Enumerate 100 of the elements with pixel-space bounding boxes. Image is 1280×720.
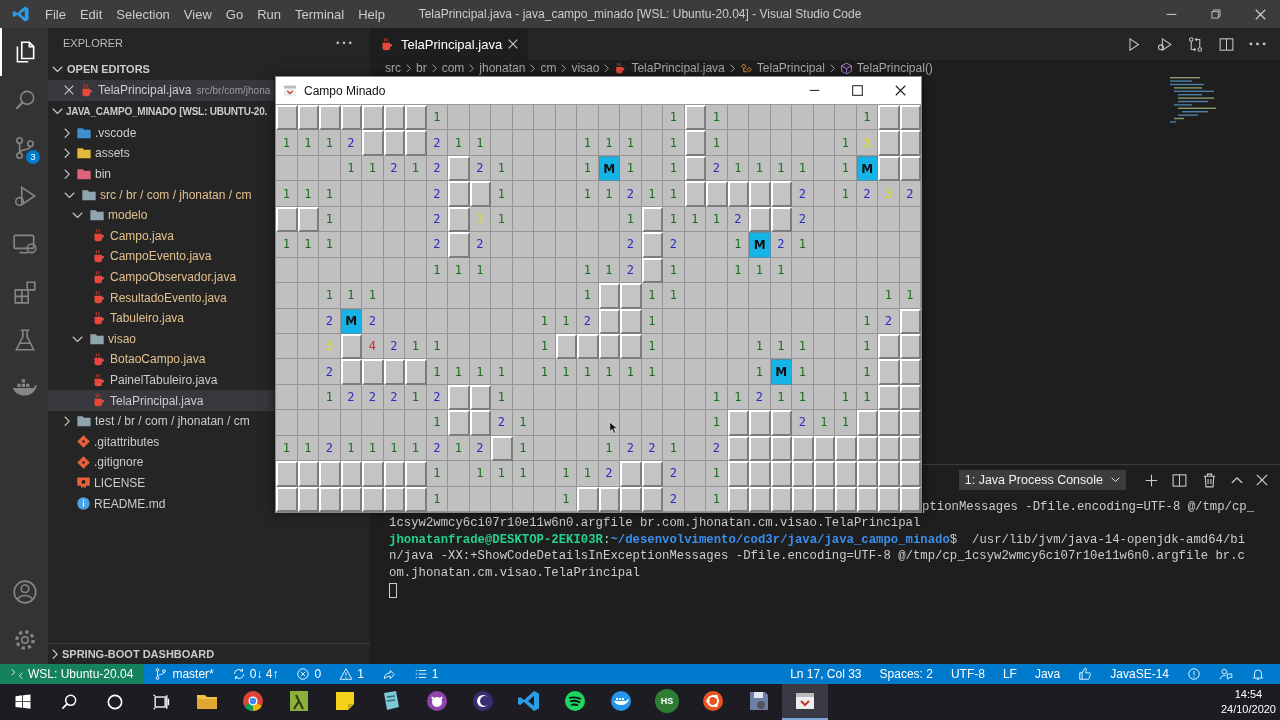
number-field: 1 [555,359,577,385]
number-field: 1 [405,384,427,411]
number-field: 1 [749,359,771,385]
folder-item[interactable]: bin [48,163,275,185]
number-field: 2 [706,435,728,462]
number-field: 1 [276,130,298,156]
status-item[interactable]: WSL: Ubuntu-20.04 [0,664,144,684]
explorer-entry[interactable]: .gitattributes [48,431,275,453]
status-item[interactable]: UTF-8 [943,664,992,684]
menu-item[interactable]: Go [218,6,251,22]
breadcrumb-item[interactable]: TelaPrincipal [739,61,825,75]
breadcrumb-item[interactable]: src [385,61,401,75]
number-field: 2 [770,232,792,258]
explorer-entry[interactable]: Tabuleiro.java [48,307,275,329]
number-field: 1 [835,181,857,207]
number-field: 1 [512,461,534,487]
number-field: 1 [555,461,577,487]
number-field: 1 [598,359,620,385]
status-item[interactable]: 0↓ 4↑ [224,664,286,684]
status-item[interactable]: Java [1027,664,1068,684]
menu-item[interactable]: File [38,6,73,22]
number-field: 2 [426,130,448,156]
number-field: 1 [534,333,556,360]
number-field: 1 [534,308,556,334]
number-field: 1 [362,435,384,462]
number-field: 2 [663,461,685,487]
menu-item[interactable]: Edit [72,6,110,22]
panel-title: EXPLORER [63,37,123,49]
number-field: 1 [448,130,470,156]
number-field: 1 [297,232,319,258]
number-field: 3 [856,130,878,156]
status-item[interactable]: LF [995,664,1024,684]
number-field: 1 [620,130,642,156]
number-field: 1 [641,359,663,385]
menu-item[interactable]: View [176,6,219,22]
number-field: 1 [405,435,427,462]
number-field: 1 [598,181,620,207]
status-item[interactable]: 1 [406,664,446,684]
breadcrumb-item[interactable]: com [441,61,465,75]
folder-item[interactable]: assets [48,143,275,164]
status-item[interactable]: Ln 17, Col 33 [783,664,869,684]
breadcrumb-item[interactable]: visao [571,61,600,75]
number-field: 2 [620,257,642,284]
breadcrumb-item[interactable]: cm [540,61,557,75]
folder-item[interactable]: .vscode [48,122,275,144]
explorer-entry[interactable]: .gitignore [48,452,275,473]
explorer-entry[interactable]: CampoEvento.java [48,246,275,267]
taskbar-button[interactable]: HS [644,684,690,720]
folder-item[interactable]: test / br / com / jhonatan / cm [48,410,275,432]
marked-field[interactable]: M [770,359,792,385]
number-field: 1 [577,461,599,487]
folder-item[interactable]: src / br / com / jhonatan / cm [48,184,275,205]
number-field: 1 [706,206,728,233]
number-field: 2 [362,384,384,411]
number-field: 1 [405,155,427,182]
number-field: 1 [491,181,513,207]
number-field: 1 [297,130,319,156]
explorer-entry[interactable]: LICENSE [48,472,275,494]
explorer-entry[interactable]: BotaoCampo.java [48,349,275,370]
count-badge: 3 [26,150,40,164]
explorer-entry[interactable]: PainelTabuleiro.java [48,369,275,391]
menu-item[interactable]: Run [250,6,288,22]
number-field: 1 [491,206,513,233]
number-field: 1 [706,130,728,156]
status-item[interactable]: JavaSE-14 [1103,664,1176,684]
number-field: 1 [899,283,921,309]
number-field: 1 [426,461,448,487]
number-field: 2 [620,181,642,207]
status-item[interactable]: master* [147,664,221,684]
breadcrumb-item[interactable]: jhonatan [479,61,526,75]
folder-item[interactable]: modelo [48,204,275,226]
status-item[interactable]: 1 [332,664,371,684]
number-field: 2 [663,486,685,512]
number-field: 1 [620,155,642,182]
section-header[interactable]: JAVA_CAMPO_MINADO [WSL: UBUNTU-20. [48,100,275,123]
menu-item[interactable]: Terminal [288,6,352,22]
terminal-line: jhonatanfrade@DESKTOP-2EKI03R:~/desenvolvimento/cod3r/java/java_campo_minado$ /usr/lib/jvm/java-14-openjdk-amd64/bi [389,531,1247,549]
explorer-entry[interactable]: CampoObservador.java [48,266,275,288]
editor-tab[interactable]: TelaPrincipal.java [370,28,529,60]
breadcrumb-item[interactable]: br [416,61,427,75]
explorer-entry[interactable]: ResultadoEvento.java [48,287,275,308]
terminal-dropdown[interactable]: 1: Java Process Console [958,470,1126,490]
explorer-entry[interactable]: Campo.java [48,225,275,247]
breadcrumb-item[interactable]: TelaPrincipal.java [614,61,725,75]
explorer-entry[interactable]: README.md [48,493,275,514]
status-item[interactable]: 0 [289,664,329,684]
menu-item[interactable]: Selection [109,6,177,22]
number-field: 2 [706,155,728,182]
breadcrumb-item[interactable]: TelaPrincipal() [839,61,933,75]
number-field: 1 [792,155,814,182]
scm-button[interactable]: 3 [0,124,48,172]
number-field: 1 [706,384,728,411]
explorer-entry[interactable]: TelaPrincipal.java [48,390,275,411]
open-editor-item[interactable]: TelaPrincipal.java src/br/com/jhona [48,80,275,101]
number-field: 1 [577,181,599,207]
menu-item[interactable]: Help [351,6,392,22]
marked-field[interactable]: M [749,232,771,258]
section-header[interactable]: OPEN EDITORS [48,58,275,80]
status-item[interactable]: Spaces: 2 [872,664,940,684]
folder-item[interactable]: visao [48,328,275,350]
